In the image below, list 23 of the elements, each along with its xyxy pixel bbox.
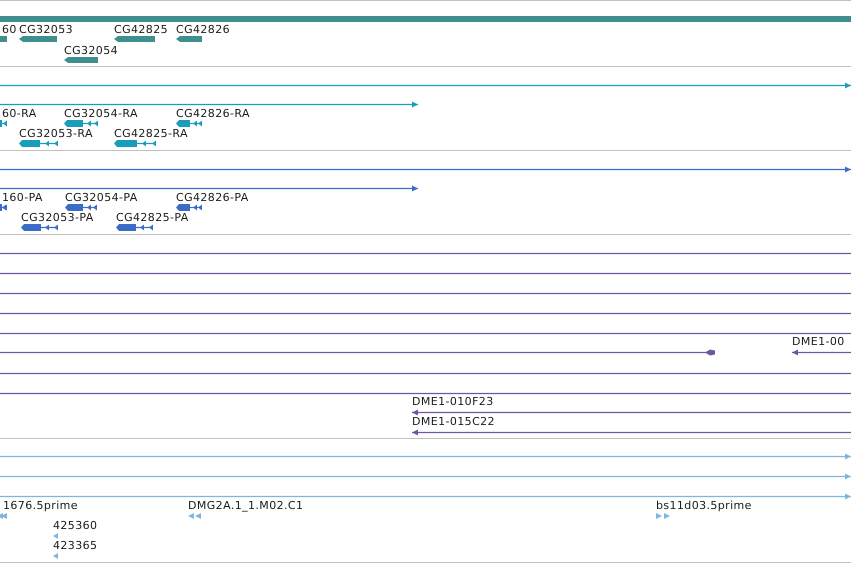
- feature-label: 423365: [53, 539, 98, 553]
- feature-label: 60: [2, 23, 17, 37]
- feature-label: DME1-010F23: [412, 395, 494, 409]
- feature-label: 1676.5prime: [3, 499, 78, 513]
- feature-label: CG32054: [64, 44, 118, 58]
- feature-label: CG32053-RA: [19, 127, 93, 141]
- feature-label: bs11d03.5prime: [656, 499, 752, 513]
- feature-label: DMG2A.1_1.M02.C1: [188, 499, 304, 513]
- feature-label: 425360: [53, 519, 98, 533]
- feature-label: CG42826: [176, 23, 230, 37]
- feature-label: 160-PA: [2, 191, 43, 205]
- feature-label: DME1-00: [792, 335, 845, 349]
- feature-label: CG42825-RA: [114, 127, 188, 141]
- feature-label: 60-RA: [2, 107, 37, 121]
- feature-label: CG42825-PA: [116, 211, 189, 225]
- feature-label: CG32053: [19, 23, 73, 37]
- feature-label: CG32053-PA: [21, 211, 94, 225]
- feature-label: CG42826-RA: [176, 107, 250, 121]
- feature-label: CG32054-PA: [65, 191, 138, 205]
- feature-label: CG42826-PA: [176, 191, 249, 205]
- feature-label: CG32054-RA: [64, 107, 138, 121]
- feature-label: DME1-015C22: [412, 415, 495, 429]
- feature-label: CG42825: [114, 23, 168, 37]
